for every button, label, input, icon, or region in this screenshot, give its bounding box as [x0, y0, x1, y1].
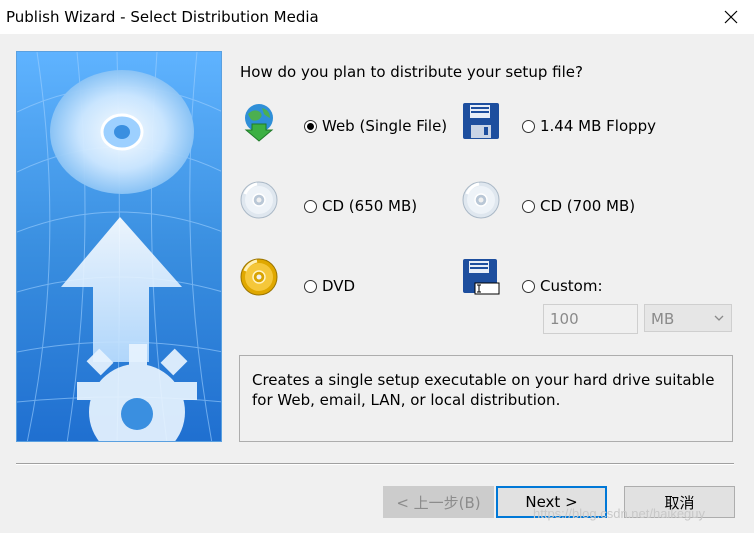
option-dvd[interactable]: DVD: [304, 277, 355, 295]
close-icon: [724, 10, 738, 24]
title-bar: Publish Wizard - Select Distribution Med…: [0, 0, 754, 34]
option-label-web: Web (Single File): [322, 117, 448, 135]
back-button[interactable]: < 上一步(B): [383, 486, 494, 518]
chevron-down-icon: [714, 315, 724, 321]
custom-floppy-icon: [463, 259, 500, 295]
radio-floppy[interactable]: [522, 119, 535, 133]
custom-size-input[interactable]: 100: [543, 304, 638, 334]
description-box: Creates a single setup executable on you…: [239, 355, 733, 442]
dvd-disc-icon: [240, 258, 278, 296]
next-button[interactable]: Next >: [496, 486, 607, 518]
radio-web-single-file[interactable]: [304, 119, 317, 133]
custom-unit-value: MB: [651, 310, 675, 328]
radio-cd-650[interactable]: [304, 199, 317, 213]
cd-disc-icon: [240, 181, 278, 219]
option-cd-700[interactable]: CD (700 MB): [522, 197, 635, 215]
option-label-cd-650: CD (650 MB): [322, 197, 418, 215]
option-label-floppy: 1.44 MB Floppy: [540, 117, 657, 135]
globe-download-icon: [244, 104, 274, 142]
floppy-disk-icon: [463, 103, 499, 139]
window-title: Publish Wizard - Select Distribution Med…: [6, 8, 319, 26]
option-label-cd-700: CD (700 MB): [540, 197, 636, 215]
cd-disc-icon: [462, 181, 500, 219]
option-label-dvd: DVD: [322, 277, 356, 295]
option-cd-650[interactable]: CD (650 MB): [304, 197, 417, 215]
option-label-custom: Custom:: [540, 277, 603, 295]
radio-dvd[interactable]: [304, 279, 317, 293]
cancel-button[interactable]: 取消: [624, 486, 735, 518]
radio-custom[interactable]: [522, 279, 535, 293]
custom-unit-select[interactable]: MB: [644, 304, 732, 332]
footer-separator: [16, 463, 734, 465]
distribution-question: How do you plan to distribute your setup…: [240, 63, 583, 81]
radio-cd-700[interactable]: [522, 199, 535, 213]
description-text: Creates a single setup executable on you…: [252, 371, 715, 409]
wizard-banner-image: [16, 51, 222, 442]
option-custom[interactable]: Custom:: [522, 277, 603, 295]
option-web-single-file[interactable]: Web (Single File): [304, 117, 447, 135]
close-button[interactable]: [708, 0, 754, 34]
option-floppy[interactable]: 1.44 MB Floppy: [522, 117, 656, 135]
